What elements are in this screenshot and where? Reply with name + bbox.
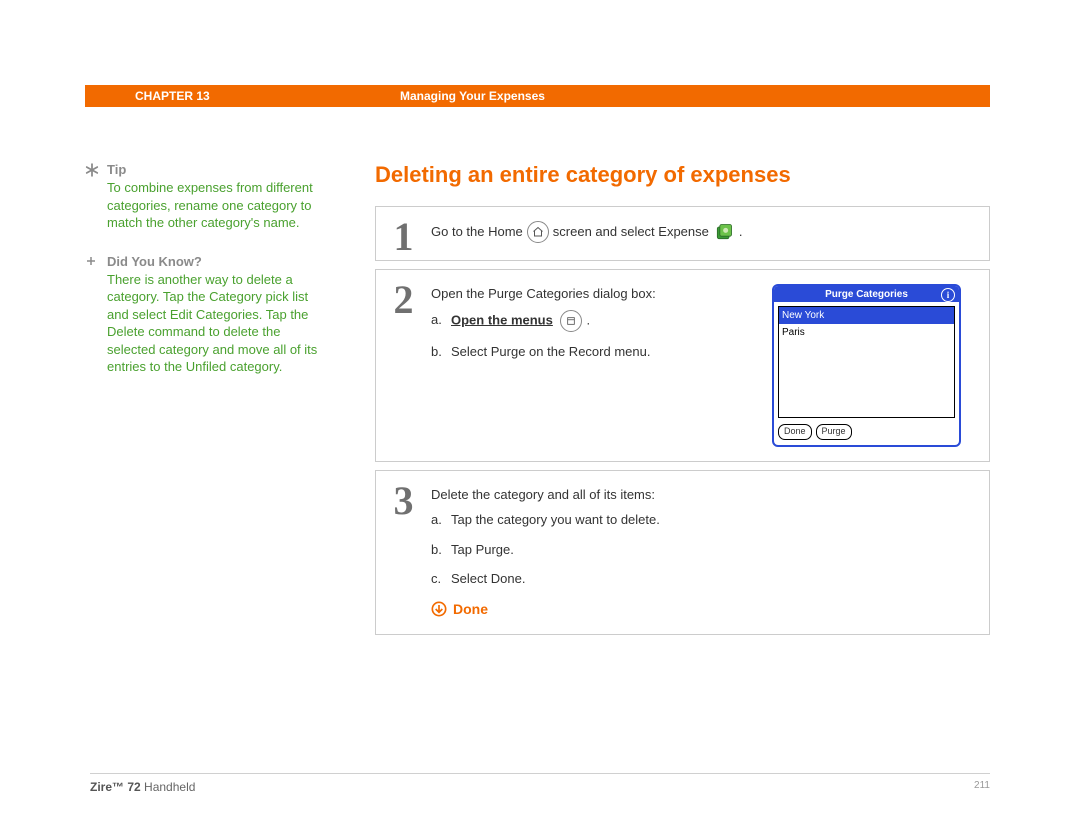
- step1-pre: Go to the Home: [431, 222, 523, 242]
- step-3: 3 Delete the category and all of its ite…: [375, 470, 990, 635]
- did-you-know-block: Did You Know? There is another way to de…: [85, 254, 375, 376]
- dyk-body: There is another way to delete a categor…: [85, 271, 375, 376]
- step2-item-b: b. Select Purge on the Record menu.: [431, 342, 752, 362]
- list-letter: a.: [431, 310, 451, 332]
- list-item[interactable]: New York: [779, 307, 954, 324]
- step3-item-b: b. Tap Purge.: [431, 540, 971, 560]
- product-bold: Zire™ 72: [90, 780, 141, 794]
- dialog-title: Purge Categories: [825, 287, 908, 302]
- section-title: Deleting an entire category of expenses: [375, 162, 990, 188]
- tip-body: To combine expenses from different categ…: [85, 179, 375, 232]
- step2-b-text: Select Purge on the Record menu.: [451, 342, 752, 362]
- step2-intro: Open the Purge Categories dialog box:: [431, 284, 752, 304]
- tip-heading: Tip: [85, 162, 375, 177]
- tip-block: Tip To combine expenses from different c…: [85, 162, 375, 232]
- category-list[interactable]: New York Paris: [778, 306, 955, 418]
- tip-label: Tip: [107, 162, 126, 177]
- menu-icon: [560, 310, 582, 332]
- page-number: 211: [974, 780, 990, 794]
- step3-item-c: c. Select Done.: [431, 569, 971, 589]
- list-letter: b.: [431, 342, 451, 362]
- asterisk-icon: [85, 163, 99, 177]
- header-title: Managing Your Expenses: [400, 89, 545, 103]
- step3-b-text: Tap Purge.: [451, 540, 971, 560]
- product-rest: Handheld: [141, 780, 196, 794]
- footer: Zire™ 72 Handheld 211: [90, 773, 990, 794]
- step2-item-a: a. Open the menus: [431, 310, 752, 332]
- dyk-heading: Did You Know?: [85, 254, 375, 269]
- step3-c-text: Select Done.: [451, 569, 971, 589]
- step-number: 1: [376, 207, 431, 260]
- done-button[interactable]: Done: [778, 424, 812, 440]
- purge-button[interactable]: Purge: [816, 424, 852, 440]
- list-letter: c.: [431, 569, 451, 589]
- product-name: Zire™ 72 Handheld: [90, 780, 195, 794]
- chapter-label: CHAPTER 13: [85, 89, 400, 103]
- info-icon[interactable]: i: [941, 288, 955, 302]
- sidebar: Tip To combine expenses from different c…: [85, 162, 375, 643]
- dialog-titlebar: Purge Categories i: [774, 286, 959, 302]
- step-2: 2 Open the Purge Categories dialog box: …: [375, 269, 990, 462]
- open-menus-link[interactable]: Open the menus: [451, 312, 553, 327]
- done-indicator: Done: [431, 599, 971, 620]
- dyk-label: Did You Know?: [107, 254, 202, 269]
- expense-icon: [713, 222, 735, 242]
- step3-intro: Delete the category and all of its items…: [431, 485, 971, 505]
- done-arrow-icon: [431, 601, 447, 617]
- list-item[interactable]: Paris: [779, 324, 954, 341]
- done-label: Done: [453, 599, 488, 620]
- step2-a-post: .: [586, 312, 590, 327]
- step-1: 1 Go to the Home screen and: [375, 206, 990, 261]
- purge-categories-dialog: Purge Categories i New York Paris Done P…: [772, 284, 961, 447]
- step3-item-a: a. Tap the category you want to delete.: [431, 510, 971, 530]
- step-number: 2: [376, 270, 431, 461]
- list-letter: a.: [431, 510, 451, 530]
- home-icon: [527, 221, 549, 243]
- step-number: 3: [376, 471, 431, 634]
- step1-post: .: [739, 222, 743, 242]
- list-letter: b.: [431, 540, 451, 560]
- header-bar: CHAPTER 13 Managing Your Expenses: [85, 85, 990, 107]
- step1-mid: screen and select Expense: [553, 222, 709, 242]
- plus-icon: [85, 255, 97, 267]
- step3-a-text: Tap the category you want to delete.: [451, 510, 971, 530]
- step-1-text: Go to the Home screen and select Expense: [431, 221, 971, 243]
